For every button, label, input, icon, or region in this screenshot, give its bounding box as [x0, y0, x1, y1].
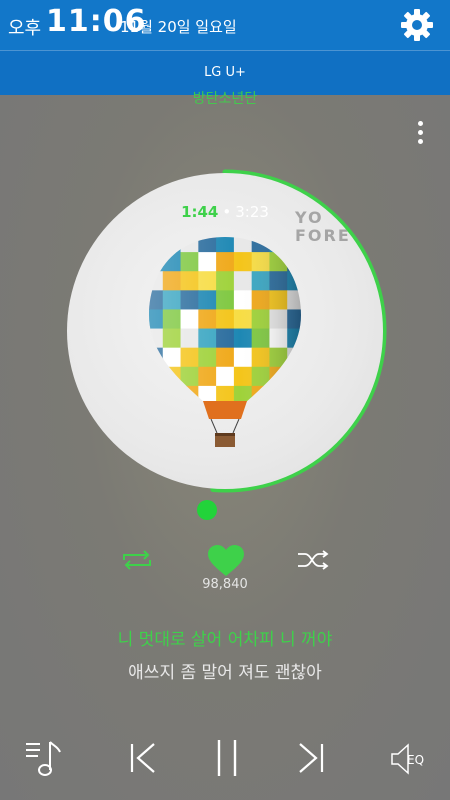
- seek-handle[interactable]: [197, 500, 217, 520]
- album-art: 1:44 • 3:23 YO FORE: [67, 173, 383, 489]
- more-options-icon[interactable]: [412, 118, 428, 148]
- status-ampm: 오후: [8, 18, 42, 39]
- elapsed-time: 1:44: [181, 203, 219, 221]
- album-disc[interactable]: 1:44 • 3:23 YO FORE: [62, 168, 388, 494]
- playlist-icon[interactable]: [24, 738, 66, 778]
- lyric-current[interactable]: 니 멋대로 살어 어차피 니 꺼야: [0, 625, 450, 650]
- status-date: 11월 20일 일요일: [120, 18, 237, 36]
- hot-air-balloon-image: [149, 237, 301, 447]
- time-separator: •: [222, 203, 232, 221]
- status-bar: 오후 11:06 11월 20일 일요일: [0, 0, 450, 50]
- pause-icon[interactable]: [214, 738, 240, 778]
- gear-icon[interactable]: [400, 8, 434, 42]
- heart-icon[interactable]: [207, 544, 245, 578]
- shuffle-icon[interactable]: [296, 548, 330, 572]
- next-track-icon[interactable]: [296, 740, 326, 776]
- like-count: 98,840: [202, 577, 248, 592]
- eq-label: EQ: [407, 753, 425, 767]
- total-time: 3:23: [235, 203, 269, 221]
- album-text-line1: YO: [295, 208, 324, 227]
- equalizer-button[interactable]: EQ: [390, 742, 430, 776]
- previous-track-icon[interactable]: [128, 740, 158, 776]
- repeat-icon[interactable]: [120, 548, 154, 572]
- lyric-next[interactable]: 애쓰지 좀 말어 져도 괜찮아: [0, 658, 450, 683]
- artist-name: 방탄소년단: [192, 91, 258, 107]
